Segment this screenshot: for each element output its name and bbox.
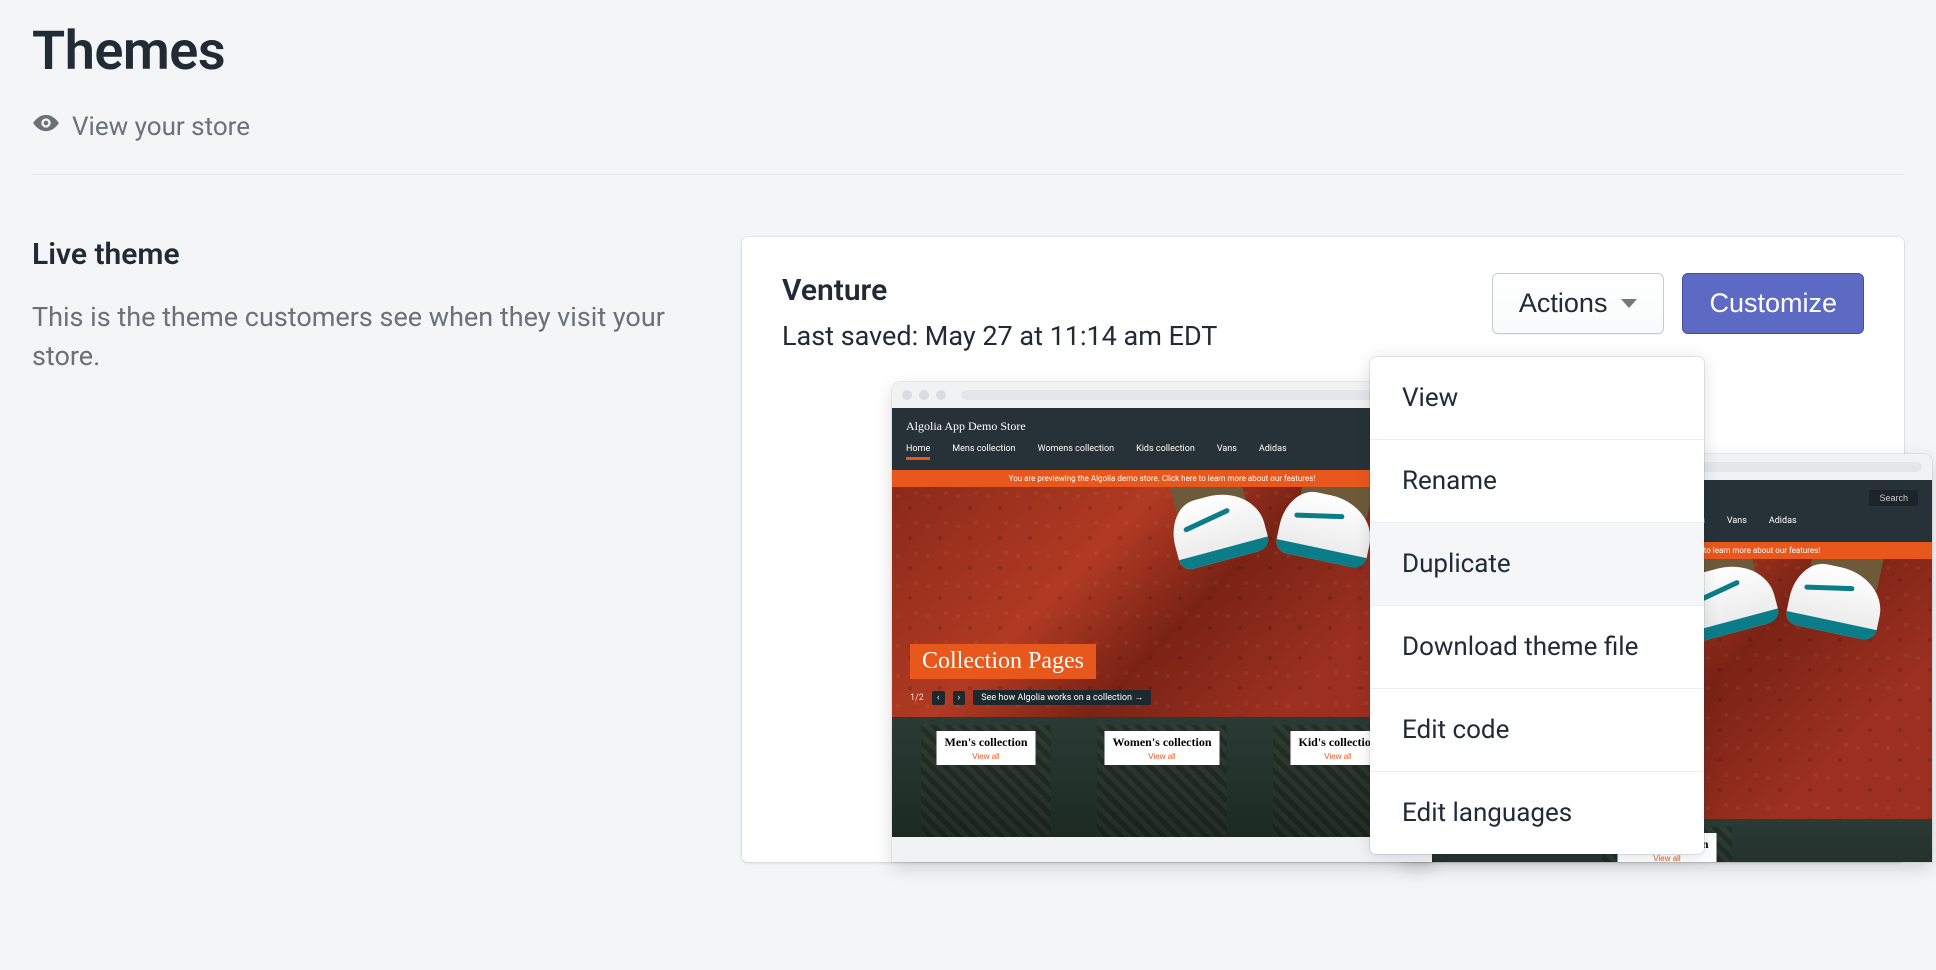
preview-banner: You are previewing the Algolia demo stor… (892, 470, 1432, 487)
preview-nav-item: Vans (1727, 516, 1747, 532)
preview-brand: Algolia App Demo Store (906, 419, 1026, 434)
live-theme-heading: Live theme (32, 237, 682, 272)
preview-nav-item: Mens collection (952, 444, 1015, 460)
preview-collection-tile: Men's collectionView all (921, 725, 1051, 837)
customize-button[interactable]: Customize (1682, 273, 1864, 334)
preview-window-front: Algolia App Demo Store Search HomeMens c… (892, 382, 1432, 862)
preview-collection-tile: Women's collectionView all (1097, 725, 1227, 837)
view-store-label: View your store (72, 112, 250, 142)
preview-nav-item: Adidas (1769, 516, 1797, 532)
actions-menu-item[interactable]: Edit code (1370, 688, 1704, 771)
preview-nav-item: Adidas (1259, 444, 1287, 460)
preview-search-back: Search (1869, 490, 1918, 506)
actions-button-label: Actions (1519, 290, 1608, 317)
actions-menu-item[interactable]: View (1370, 357, 1704, 439)
preview-nav-item: Kids collection (1136, 444, 1195, 460)
actions-menu-item[interactable]: Rename (1370, 439, 1704, 522)
actions-menu-item[interactable]: Download theme file (1370, 605, 1704, 688)
theme-card: Venture Last saved: May 27 at 11:14 am E… (742, 237, 1904, 862)
live-theme-description: This is the theme customers see when the… (32, 298, 682, 376)
theme-name: Venture (782, 273, 1217, 308)
preview-nav-item: Home (906, 444, 930, 460)
page-header: Themes View your store (32, 20, 1904, 175)
actions-button[interactable]: Actions (1492, 273, 1665, 334)
preview-hero-label: Collection Pages (910, 644, 1096, 679)
page-title: Themes (32, 20, 1904, 83)
preview-nav-item: Vans (1217, 444, 1237, 460)
chevron-down-icon (1621, 299, 1637, 308)
actions-menu-item[interactable]: Duplicate (1370, 522, 1704, 605)
theme-last-saved: Last saved: May 27 at 11:14 am EDT (782, 320, 1217, 352)
live-theme-info: Live theme This is the theme customers s… (32, 237, 682, 862)
customize-button-label: Customize (1709, 290, 1837, 317)
eye-icon (32, 109, 60, 144)
actions-dropdown: ViewRenameDuplicateDownload theme fileEd… (1370, 357, 1704, 854)
actions-menu-item[interactable]: Edit languages (1370, 771, 1704, 854)
view-store-link[interactable]: View your store (32, 109, 250, 144)
preview-nav-item: Womens collection (1038, 444, 1114, 460)
